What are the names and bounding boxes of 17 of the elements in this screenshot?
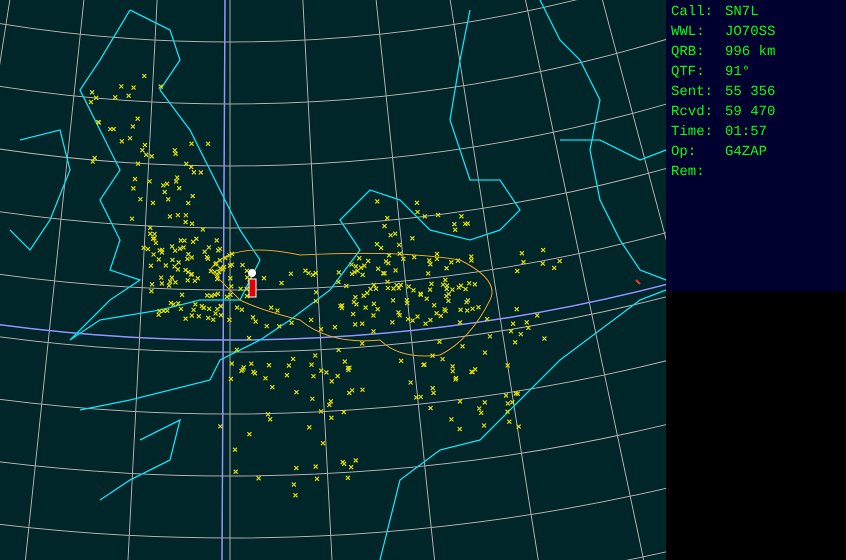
field-label: Call: <box>671 4 714 20</box>
field-value: 59 470 <box>725 104 776 120</box>
field-label: QRB: <box>671 44 706 60</box>
field-label: Op: <box>671 144 698 160</box>
field-label: Rem: <box>671 164 706 180</box>
field-value: G4ZAP <box>725 144 768 160</box>
field-label: WWL: <box>671 24 706 40</box>
field-value: SN7L <box>725 4 759 20</box>
field-value: 91° <box>725 64 750 80</box>
field-value: 55 356 <box>725 84 776 100</box>
field-label: Sent: <box>671 84 714 100</box>
field-value: 996 km <box>725 44 776 60</box>
field-value: 01:57 <box>725 124 768 140</box>
field-value: JO70SS <box>725 24 776 40</box>
field-label: Rcvd: <box>671 104 714 120</box>
field-label: QTF: <box>671 64 706 80</box>
field-label: Time: <box>671 124 714 140</box>
